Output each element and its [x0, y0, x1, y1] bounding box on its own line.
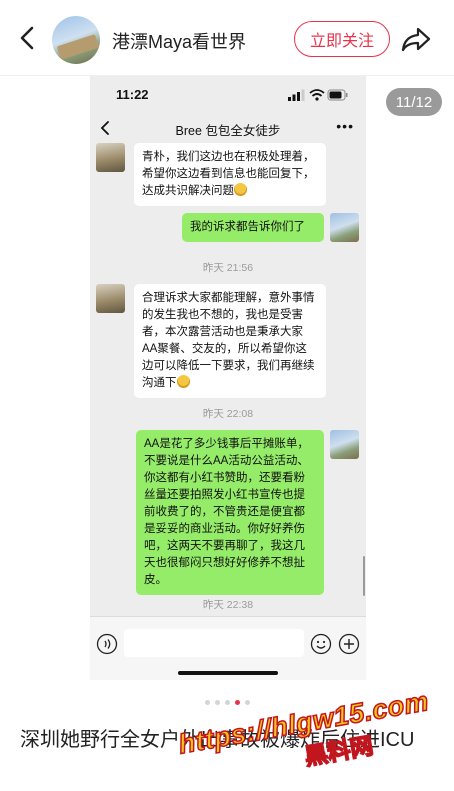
- status-bar: 11:22: [90, 76, 366, 112]
- follow-button[interactable]: 立即关注: [294, 21, 390, 57]
- message-text: 青朴，我们这边也在积极处理着，希望你这边看到信息也能回复下，达成共识解决问题: [142, 151, 315, 197]
- chat-input-bar: [90, 616, 366, 680]
- my-avatar: [330, 430, 359, 459]
- gallery-dot: [244, 700, 250, 705]
- gallery-dot: [214, 700, 220, 705]
- scroll-indicator: [363, 556, 365, 596]
- chat-title: Bree 包包全女徒步: [175, 124, 281, 138]
- plus-icon: [338, 633, 360, 655]
- message-bubble-outgoing: 我的诉求都告诉你们了: [182, 213, 324, 242]
- more-icon: •••: [336, 118, 354, 134]
- message-input: [124, 629, 304, 657]
- chat-header: Bree 包包全女徒步 •••: [90, 114, 366, 144]
- emoji-picker-icon: [310, 633, 332, 655]
- share-icon[interactable]: [400, 24, 432, 54]
- message-bubble-incoming: 合理诉求大家都能理解，意外事情的发生我也不想的，我也是受害者，本次露营活动也是秉…: [134, 284, 326, 398]
- home-indicator: [178, 671, 278, 675]
- message-text: 合理诉求大家都能理解，意外事情的发生我也不想的，我也是受害者，本次露营活动也是秉…: [142, 292, 315, 389]
- author-avatar[interactable]: [52, 16, 100, 64]
- contact-avatar: [96, 143, 125, 172]
- chat-timestamp: 昨天 21:56: [202, 262, 254, 274]
- my-avatar: [330, 213, 359, 242]
- gallery-dot-active: [234, 700, 240, 705]
- page-counter: 11/12: [386, 88, 442, 116]
- emoji-icon: [176, 375, 190, 388]
- chat-timestamp: 昨天 22:08: [202, 408, 254, 420]
- gallery-dot: [204, 700, 210, 705]
- message-text: 我的诉求都告诉你们了: [190, 221, 305, 233]
- status-time: 11:22: [116, 87, 149, 102]
- gallery-dot: [224, 700, 230, 705]
- chat-timestamp: 昨天 22:38: [202, 599, 254, 611]
- signal-wifi-battery-icon: [288, 89, 348, 101]
- message-text: AA是花了多少钱事后平摊账单，不要说是什么AA活动公益活动、你这都有小红书赞助，…: [144, 438, 309, 586]
- back-icon[interactable]: [14, 24, 42, 52]
- voice-icon: [96, 633, 118, 655]
- gallery-dots: [0, 700, 454, 710]
- post-title: 深圳她野行全女户外出事故被爆炸后住进ICU: [20, 729, 415, 751]
- chat-screenshot: 11:22 Bree 包包全女徒步 ••• 青朴，我们这边也在积极处理着，希望你…: [90, 76, 366, 680]
- emoji-icon: [234, 183, 247, 196]
- author-name[interactable]: 港漂Maya看世界: [112, 28, 246, 54]
- message-bubble-incoming: 青朴，我们这边也在积极处理着，希望你这边看到信息也能回复下，达成共识解决问题: [134, 143, 326, 206]
- app-header: 港漂Maya看世界 立即关注: [0, 0, 454, 76]
- contact-avatar: [96, 284, 125, 313]
- message-bubble-outgoing: AA是花了多少钱事后平摊账单，不要说是什么AA活动公益活动、你这都有小红书赞助，…: [136, 430, 324, 595]
